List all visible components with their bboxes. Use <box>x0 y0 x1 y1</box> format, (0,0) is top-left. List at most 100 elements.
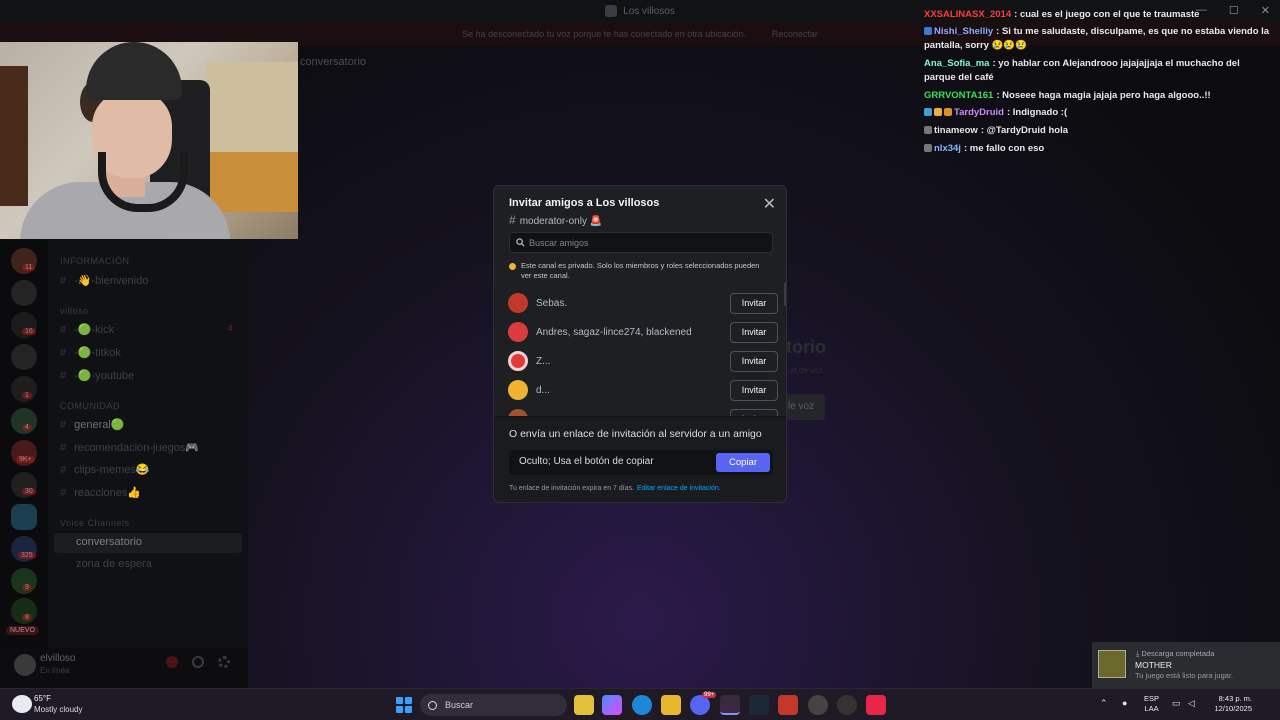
category-informacion[interactable]: INFORMACIÓN <box>60 256 130 266</box>
invite-button[interactable]: Invitar <box>730 350 778 372</box>
volume-icon[interactable]: ◁ <box>1188 698 1195 709</box>
steam-icon[interactable] <box>749 695 769 715</box>
category-voice[interactable]: Voice Channels <box>60 518 130 528</box>
chat-text: me fallo con eso <box>969 143 1045 154</box>
network-icon[interactable]: ▭ <box>1172 698 1181 709</box>
friend-row: Invitar <box>508 406 778 416</box>
discord-badge: 99+ <box>702 692 717 698</box>
invite-button[interactable]: Invitar <box>730 379 778 401</box>
search-input[interactable] <box>525 236 755 249</box>
obs-icon[interactable] <box>808 695 828 715</box>
search-icon <box>516 238 525 247</box>
microphone-icon[interactable]: ● <box>1122 698 1127 708</box>
channel-reacciones[interactable]: # reacciones👍 <box>60 486 141 499</box>
game-name: MOTHER <box>1135 660 1172 670</box>
friend-name: Sebas. <box>536 297 568 309</box>
copy-button[interactable]: Copiar <box>716 453 770 472</box>
taskbar-search-label: Buscar <box>445 700 474 710</box>
close-icon[interactable]: ✕ <box>763 194 776 214</box>
desk <box>206 152 298 212</box>
chevron-up-icon[interactable]: ⌃ <box>1100 698 1108 709</box>
friend-row: Sebas. Invitar <box>508 290 778 316</box>
brave-icon[interactable] <box>720 695 740 715</box>
avatar[interactable] <box>14 654 36 676</box>
headphones-icon[interactable] <box>192 656 204 668</box>
channel-bienvenido[interactable]: # -👋-bienvenido <box>60 274 148 287</box>
discord-icon[interactable] <box>690 695 710 715</box>
hash-icon: # <box>60 275 67 287</box>
edit-invite-link[interactable]: Editar enlace de invitación. <box>637 485 721 492</box>
window-title: Los villosos <box>623 5 675 17</box>
server-badge: 11 <box>22 264 36 271</box>
avatar <box>508 409 528 416</box>
category-comunidad[interactable]: COMUNIDAD <box>60 401 120 411</box>
badge-icon <box>944 108 952 116</box>
invite-modal: Invitar amigos a Los villosos ✕ # moderat… <box>493 185 787 503</box>
reconnect-link[interactable]: Reconectar <box>772 29 818 39</box>
channel-label: -👋-bienvenido <box>74 275 149 287</box>
app-icon[interactable] <box>778 695 798 715</box>
chat-message: TardyDruid: Indignado :( <box>924 106 1067 120</box>
channel-recomendacion[interactable]: # recomendacion-juegos🎮 <box>60 441 199 454</box>
channel-tiktok[interactable]: # -🟢-titkok <box>60 346 121 359</box>
join-voice-button[interactable]: le voz <box>784 394 825 420</box>
server-icon-2[interactable] <box>11 280 37 306</box>
channel-kick[interactable]: # -🟢-kick <box>60 323 114 336</box>
copilot-icon[interactable] <box>602 695 622 715</box>
channel-clips[interactable]: # clips-memes😂 <box>60 463 150 476</box>
lang-bottom: LAA <box>1144 704 1159 713</box>
modal-channel: # moderator-only 🚨 <box>509 213 602 227</box>
tiktok-icon[interactable] <box>866 695 886 715</box>
weather-icon[interactable] <box>12 695 32 713</box>
channel-general[interactable]: # general🟢 <box>60 418 125 431</box>
folder-icon[interactable] <box>661 695 681 715</box>
chat-message: XXSALINASX_2014: cual es el juego con el… <box>924 9 1200 20</box>
notice-text: Este canal es privado. Solo los miembros… <box>521 261 760 280</box>
date: 12/10/2025 <box>1214 704 1252 713</box>
download-notification[interactable]: ⤓ Descarga completada MOTHER Tu juego es… <box>1092 642 1280 688</box>
taskbar: 65°F Mostly cloudy Buscar 99+ ⌃ ● ESP LAA… <box>0 688 1280 720</box>
file-icon[interactable] <box>574 695 594 715</box>
lang-top: ESP <box>1144 694 1160 703</box>
weather-condition: Mostly cloudy <box>34 705 83 714</box>
warning-icon <box>509 263 516 270</box>
server-icon-4[interactable] <box>11 344 37 370</box>
hash-icon: # <box>509 213 516 227</box>
invite-link-field[interactable] <box>517 455 707 468</box>
server-icon-9[interactable] <box>11 504 37 530</box>
chat-user: tinameow <box>934 125 978 136</box>
category-villoso[interactable]: villoso <box>60 306 89 316</box>
channel-youtube[interactable]: # -🟢-youtube <box>60 369 134 382</box>
friend-row: Z... Invitar <box>508 348 778 374</box>
notification-heading: ⤓ Descarga completada <box>1136 649 1214 659</box>
edge-icon[interactable] <box>632 695 652 715</box>
chat-text: cual es el juego con el que te traumaste <box>1019 9 1200 20</box>
github-icon[interactable] <box>837 695 857 715</box>
hash-icon: # <box>60 442 67 454</box>
voice-channel-conversatorio[interactable]: conversatorio <box>54 533 242 553</box>
badge-icon <box>924 27 932 35</box>
voice-channel-zona[interactable]: zona de espera <box>76 558 152 570</box>
invite-button[interactable]: Invitar <box>730 292 778 314</box>
taskbar-search[interactable]: Buscar <box>420 694 567 716</box>
server-badge: 9 <box>22 584 32 591</box>
start-icon[interactable] <box>396 697 412 713</box>
private-channel-notice: Este canal es privado. Solo los miembros… <box>509 261 769 281</box>
scrollbar[interactable] <box>784 282 786 306</box>
clock[interactable]: 8:43 p. m. 12/10/2025 <box>1208 694 1252 714</box>
username: elvilloso <box>40 653 76 664</box>
chat-message: nlx34j: me fallo con eso <box>924 142 1044 156</box>
background-sub: at de voz. <box>790 366 825 375</box>
shelf <box>0 66 28 206</box>
invite-button[interactable]: Invitar <box>730 408 778 416</box>
friend-row: Andres, sagaz-lince274, blackened Invita… <box>508 319 778 345</box>
server-icon <box>605 5 618 17</box>
language-indicator[interactable]: ESP LAA <box>1144 694 1159 714</box>
mute-icon[interactable] <box>166 656 178 668</box>
invite-button[interactable]: Invitar <box>730 321 778 343</box>
time: 8:43 p. m. <box>1218 694 1252 703</box>
expiry-note: Tu enlace de invitación expira en 7 días… <box>509 485 721 492</box>
beanie <box>86 42 182 100</box>
background-title: torio <box>786 337 826 357</box>
gear-icon[interactable] <box>218 656 230 668</box>
